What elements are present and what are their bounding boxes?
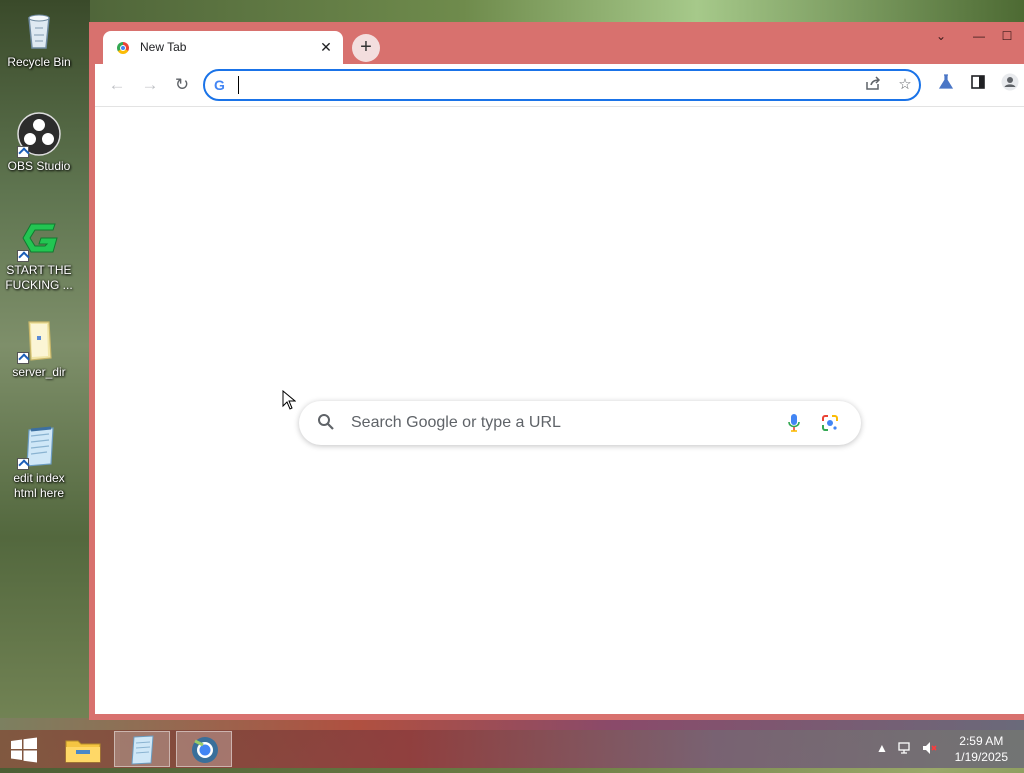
- search-icon: [317, 413, 335, 431]
- reload-button[interactable]: ↻: [170, 73, 194, 97]
- forward-button[interactable]: →: [138, 73, 162, 97]
- minimize-icon: —: [973, 29, 985, 43]
- wallpaper-top: [90, 0, 1024, 24]
- taskbar-chrome[interactable]: [176, 731, 232, 767]
- desktop-icon-label: edit index html here: [13, 471, 65, 500]
- desktop-icon-recycle-bin[interactable]: Recycle Bin: [4, 8, 74, 70]
- folder-icon: [17, 318, 61, 364]
- browser-window: New Tab ✕ + ⌄ — ☐ ← → ↻ G ☆ Search Googl…: [89, 22, 1024, 720]
- side-panel-button[interactable]: [966, 73, 990, 97]
- desktop-icon-label: OBS Studio: [7, 159, 71, 173]
- start-button[interactable]: [10, 737, 38, 763]
- address-bar[interactable]: G ☆: [203, 69, 921, 101]
- desktop-icon-obs-studio[interactable]: OBS Studio: [4, 112, 74, 174]
- recycle-bin-icon: [17, 8, 61, 52]
- search-placeholder: Search Google or type a URL: [351, 414, 561, 431]
- maximize-button[interactable]: ☐: [993, 26, 1021, 46]
- back-button[interactable]: ←: [105, 73, 129, 97]
- labs-button[interactable]: [934, 73, 958, 97]
- show-hidden-icons-button[interactable]: ▲: [874, 740, 890, 756]
- text-caret: [238, 76, 239, 94]
- maximize-icon: ☐: [1001, 29, 1013, 43]
- chrome-favicon-icon: [117, 42, 129, 54]
- taskbar-notepad[interactable]: [114, 731, 170, 767]
- notepad-icon: [17, 424, 61, 470]
- share-icon[interactable]: [863, 75, 883, 95]
- profile-button[interactable]: [998, 73, 1022, 97]
- shortcut-arrow-icon: [17, 352, 29, 364]
- desktop-icon-label: START THE FUCKING ...: [5, 263, 73, 292]
- taskbar-file-explorer[interactable]: [56, 731, 112, 767]
- folder-icon: [65, 740, 101, 763]
- desktop-icon-label: Recycle Bin: [7, 55, 71, 69]
- star-icon[interactable]: ☆: [895, 75, 915, 95]
- desktop-icon-start-the[interactable]: START THE FUCKING ...: [4, 216, 74, 293]
- microphone-icon[interactable]: [787, 413, 801, 433]
- desktop-icon-label: server_dir: [12, 365, 66, 379]
- close-icon[interactable]: ✕: [317, 38, 335, 56]
- labs-flask-icon: [938, 74, 954, 89]
- reload-icon: ↻: [174, 75, 190, 94]
- desktop-icon-edit-index[interactable]: edit index html here: [4, 424, 74, 501]
- obs-studio-icon: [17, 112, 61, 158]
- clock-time: 2:59 AM: [959, 734, 1004, 748]
- chevron-down-icon: ⌄: [935, 29, 947, 43]
- system-clock[interactable]: 2:59 AM 1/19/2025: [955, 733, 1008, 765]
- shortcut-arrow-icon: [17, 250, 29, 262]
- side-panel-icon: [971, 75, 985, 89]
- chrome-icon: [192, 737, 218, 763]
- browser-toolbar: ← → ↻ G ☆: [95, 64, 1024, 106]
- green-g-icon: [17, 216, 61, 262]
- volume-muted-icon[interactable]: [921, 740, 937, 756]
- tab-new-tab[interactable]: New Tab ✕: [103, 31, 343, 64]
- desktop-icon-server-dir[interactable]: server_dir: [4, 318, 74, 380]
- network-icon[interactable]: [897, 740, 913, 756]
- arrow-right-icon: →: [141, 75, 159, 94]
- notepad-icon: [131, 735, 154, 765]
- shortcut-arrow-icon: [17, 458, 29, 470]
- profile-icon: [1001, 73, 1019, 91]
- arrow-left-icon: ←: [108, 75, 126, 94]
- minimize-button[interactable]: —: [965, 26, 993, 46]
- windows-logo-icon: [11, 737, 37, 763]
- tab-title: New Tab: [140, 40, 187, 54]
- clock-date: 1/19/2025: [954, 750, 1008, 764]
- new-tab-button[interactable]: +: [352, 34, 380, 62]
- tab-search-button[interactable]: ⌄: [927, 26, 955, 46]
- new-tab-page: Search Google or type a URL: [95, 106, 1024, 714]
- taskbar: ▲ 2:59 AM 1/19/2025: [0, 730, 1024, 768]
- google-lens-icon[interactable]: [821, 414, 839, 432]
- shortcut-arrow-icon: [17, 146, 29, 158]
- google-g-icon: G: [214, 77, 225, 93]
- plus-icon: +: [360, 36, 372, 58]
- ntp-search-box[interactable]: Search Google or type a URL: [299, 401, 861, 445]
